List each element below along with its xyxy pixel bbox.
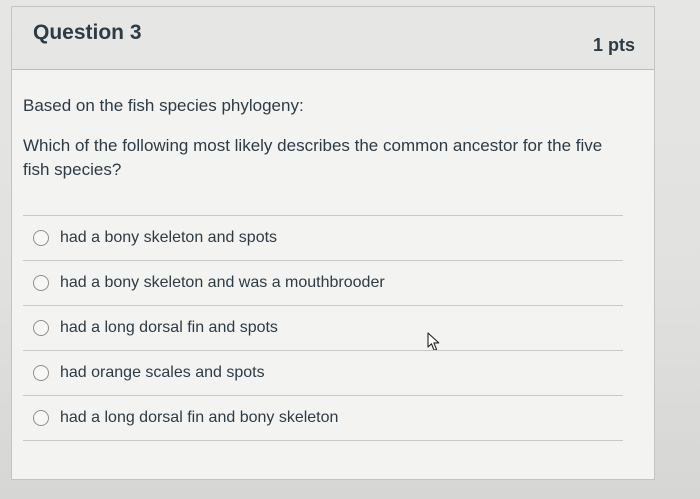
- answer-option-3[interactable]: had a long dorsal fin and spots: [23, 306, 623, 351]
- answer-option-5[interactable]: had a long dorsal fin and bony skeleton: [23, 396, 623, 441]
- answer-option-1[interactable]: had a bony skeleton and spots: [23, 216, 623, 261]
- answer-label: had a bony skeleton and spots: [60, 229, 278, 246]
- answer-option-2[interactable]: had a bony skeleton and was a mouthbrood…: [23, 261, 623, 352]
- answer-label: had a bony skeleton and was a mouthbrood…: [60, 274, 385, 291]
- radio-button-icon[interactable]: [33, 320, 49, 336]
- question-text: Which of the following most likely descr…: [23, 136, 603, 179]
- radio-button-icon[interactable]: [33, 365, 49, 381]
- answer-label: had a long dorsal fin and bony skeleton: [60, 409, 339, 426]
- radio-button-icon[interactable]: [33, 230, 49, 246]
- question-title: Question 3: [33, 21, 142, 44]
- answer-label: had orange scales and spots: [60, 364, 265, 381]
- question-points: 1 pts: [592, 35, 635, 55]
- answer-label: had a long dorsal fin and spots: [60, 319, 278, 336]
- radio-button-icon[interactable]: [33, 275, 49, 291]
- answer-option-4[interactable]: had orange scales and spots: [23, 351, 623, 396]
- question-prompt: Based on the fish species phylogeny:: [23, 96, 304, 115]
- radio-button-icon[interactable]: [33, 410, 49, 426]
- question-body: Based on the fish species phylogeny: Whi…: [23, 94, 623, 198]
- question-header: Question 3 1 pts: [12, 7, 654, 70]
- answer-list: had a bony skeleton and spots had a bony…: [23, 215, 623, 441]
